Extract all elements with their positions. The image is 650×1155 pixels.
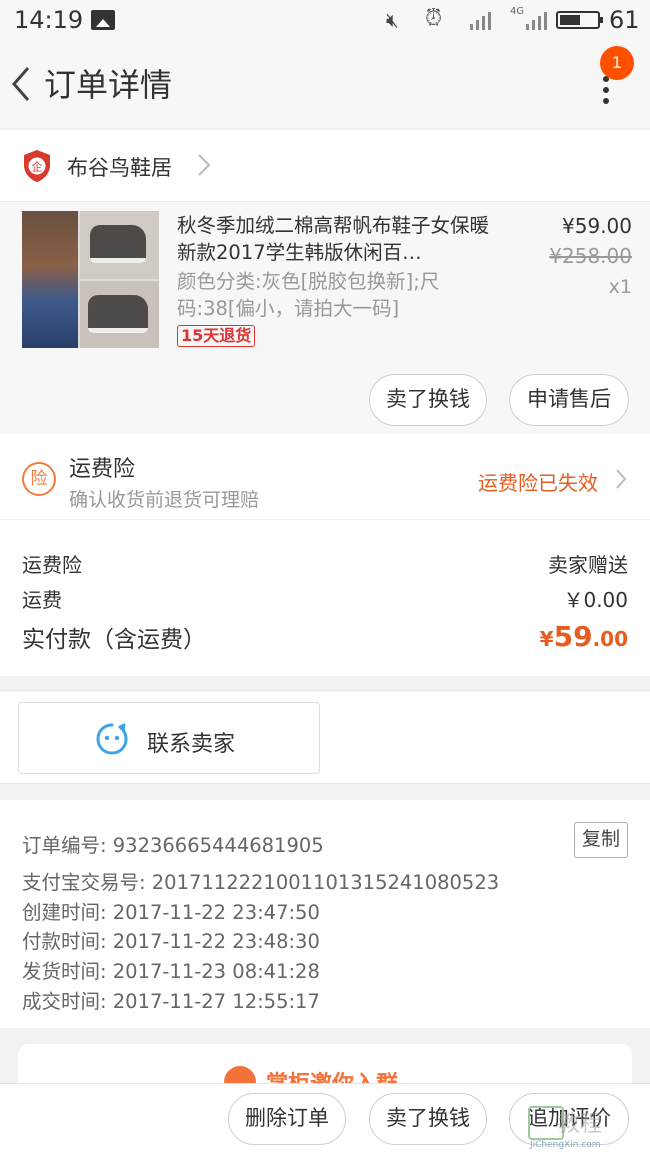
fee-label: 运费 (22, 588, 62, 612)
insurance-subtitle: 确认收货前退货可理赔 (69, 489, 260, 511)
product-image[interactable] (22, 211, 159, 348)
image-notification-icon (91, 10, 115, 30)
total-label: 实付款（含运费） (22, 627, 206, 653)
original-price: ¥258.00 (549, 244, 632, 268)
watermark-url: JiChengXin.com (530, 1140, 601, 1150)
completed-time: 成交时间: 2017-11-27 12:55:17 (22, 990, 320, 1013)
alipay-trade-number: 支付宝交易号: 2017112221001101315241080523 (22, 871, 500, 894)
total-currency: ¥ (539, 627, 554, 651)
aftersale-button[interactable]: 申请售后 (509, 374, 629, 426)
fee-label: 运费险 (22, 553, 82, 577)
watermark: 教程 JiChengXin.com (528, 1106, 644, 1152)
watermark-text: 教程 (558, 1112, 603, 1137)
product-spec: 颜色分类:灰色[脱胶包换新];尺码:38[偏小，请拍大一码] (177, 270, 440, 320)
status-time: 14:19 (14, 6, 84, 34)
shop-shield-icon: 企 (24, 150, 50, 182)
product-quantity: x1 (608, 276, 632, 298)
order-number: 订单编号: 93236665444681905 (22, 834, 324, 857)
page-title: 订单详情 (44, 66, 173, 104)
insurance-status[interactable]: 运费险已失效 (478, 467, 598, 496)
back-arrow-icon[interactable] (8, 64, 48, 104)
chat-icon (96, 723, 128, 755)
fee-value: ￥0.00 (563, 588, 628, 612)
delete-order-button[interactable]: 删除订单 (228, 1093, 346, 1145)
created-time: 创建时间: 2017-11-22 23:47:50 (22, 901, 320, 924)
sell-button[interactable]: 卖了换钱 (369, 374, 487, 426)
paid-time: 付款时间: 2017-11-22 23:48:30 (22, 930, 320, 953)
battery-level: 61 (609, 6, 640, 34)
product-title[interactable]: 秋冬季加绒二棉高帮帆布鞋子女保暖新款2017学生韩版休闲百… (177, 212, 497, 266)
chevron-right-icon (616, 469, 627, 489)
return-policy-badge: 15天退货 (177, 325, 256, 347)
battery-icon (556, 11, 603, 29)
contact-seller-label[interactable]: 联系卖家 (147, 726, 235, 758)
total-decimal: .00 (592, 627, 628, 651)
signal-icon (470, 10, 491, 30)
total-integer: 59 (553, 620, 593, 653)
notification-badge: 1 (600, 46, 634, 80)
insurance-title: 运费险 (69, 457, 136, 482)
shipped-time: 发货时间: 2017-11-23 08:41:28 (22, 960, 320, 983)
fee-value: 卖家赠送 (548, 553, 628, 577)
chevron-right-icon (198, 154, 211, 176)
product-price: ¥59.00 (562, 214, 632, 238)
sell-button-bottom[interactable]: 卖了换钱 (369, 1093, 487, 1145)
network-type: 4G (510, 6, 525, 17)
more-menu-icon[interactable] (596, 76, 616, 104)
copy-button[interactable]: 复制 (574, 822, 628, 858)
alarm-icon: ⏰︎ (425, 6, 443, 31)
mute-icon: 🔇︎ (386, 8, 399, 32)
store-icon-label: 企 (32, 160, 43, 174)
insurance-icon: 险 (22, 462, 56, 496)
total-amount: ¥59.00 (540, 620, 628, 653)
signal-icon-2 (526, 10, 547, 30)
store-name[interactable]: 布谷鸟鞋居 (67, 152, 172, 182)
